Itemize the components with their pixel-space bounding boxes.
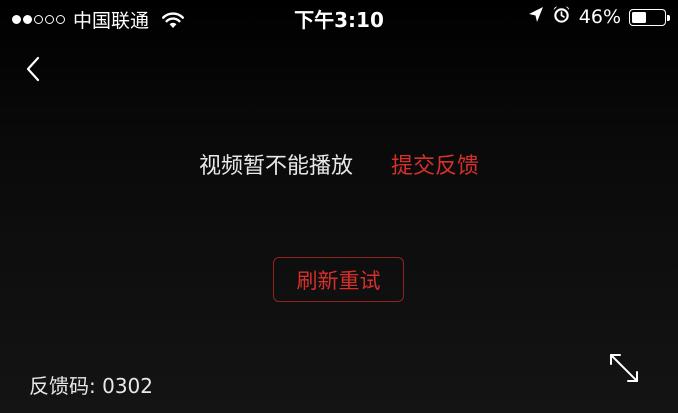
signal-dot	[23, 15, 32, 24]
retry-button[interactable]: 刷新重试	[273, 257, 404, 302]
status-bar: 中国联通 下午3:10 46%	[0, 0, 678, 36]
carrier-name: 中国联通	[73, 10, 150, 32]
battery-tip	[667, 14, 670, 21]
status-bar-left: 中国联通	[12, 6, 185, 33]
fullscreen-button[interactable]	[604, 350, 644, 390]
status-bar-right: 46%	[528, 5, 670, 29]
error-message-row: 视频暂不能播放 提交反馈	[0, 148, 678, 180]
status-bar-time: 下午3:10	[294, 8, 384, 32]
error-message: 视频暂不能播放	[198, 154, 353, 179]
chevron-left-icon	[25, 55, 41, 87]
signal-dot	[45, 15, 54, 24]
location-arrow-icon	[528, 6, 544, 29]
submit-feedback-link[interactable]: 提交反馈	[391, 148, 479, 180]
wifi-icon	[161, 11, 185, 29]
signal-dot	[34, 15, 43, 24]
battery-level-fill	[632, 11, 647, 23]
battery-percent: 46%	[578, 6, 621, 28]
feedback-code: 反馈码: 0302	[29, 374, 153, 398]
signal-dot	[12, 15, 21, 24]
video-player-screen: 中国联通 下午3:10 46% 视频暂不能播放 提交反馈 刷新重试 反馈码: 0…	[0, 0, 678, 413]
battery-icon	[629, 8, 670, 26]
signal-strength-icon	[12, 15, 65, 24]
alarm-clock-icon	[552, 5, 571, 29]
back-button[interactable]	[18, 54, 48, 88]
expand-diagonal-icon	[606, 350, 642, 390]
signal-dot	[56, 15, 65, 24]
